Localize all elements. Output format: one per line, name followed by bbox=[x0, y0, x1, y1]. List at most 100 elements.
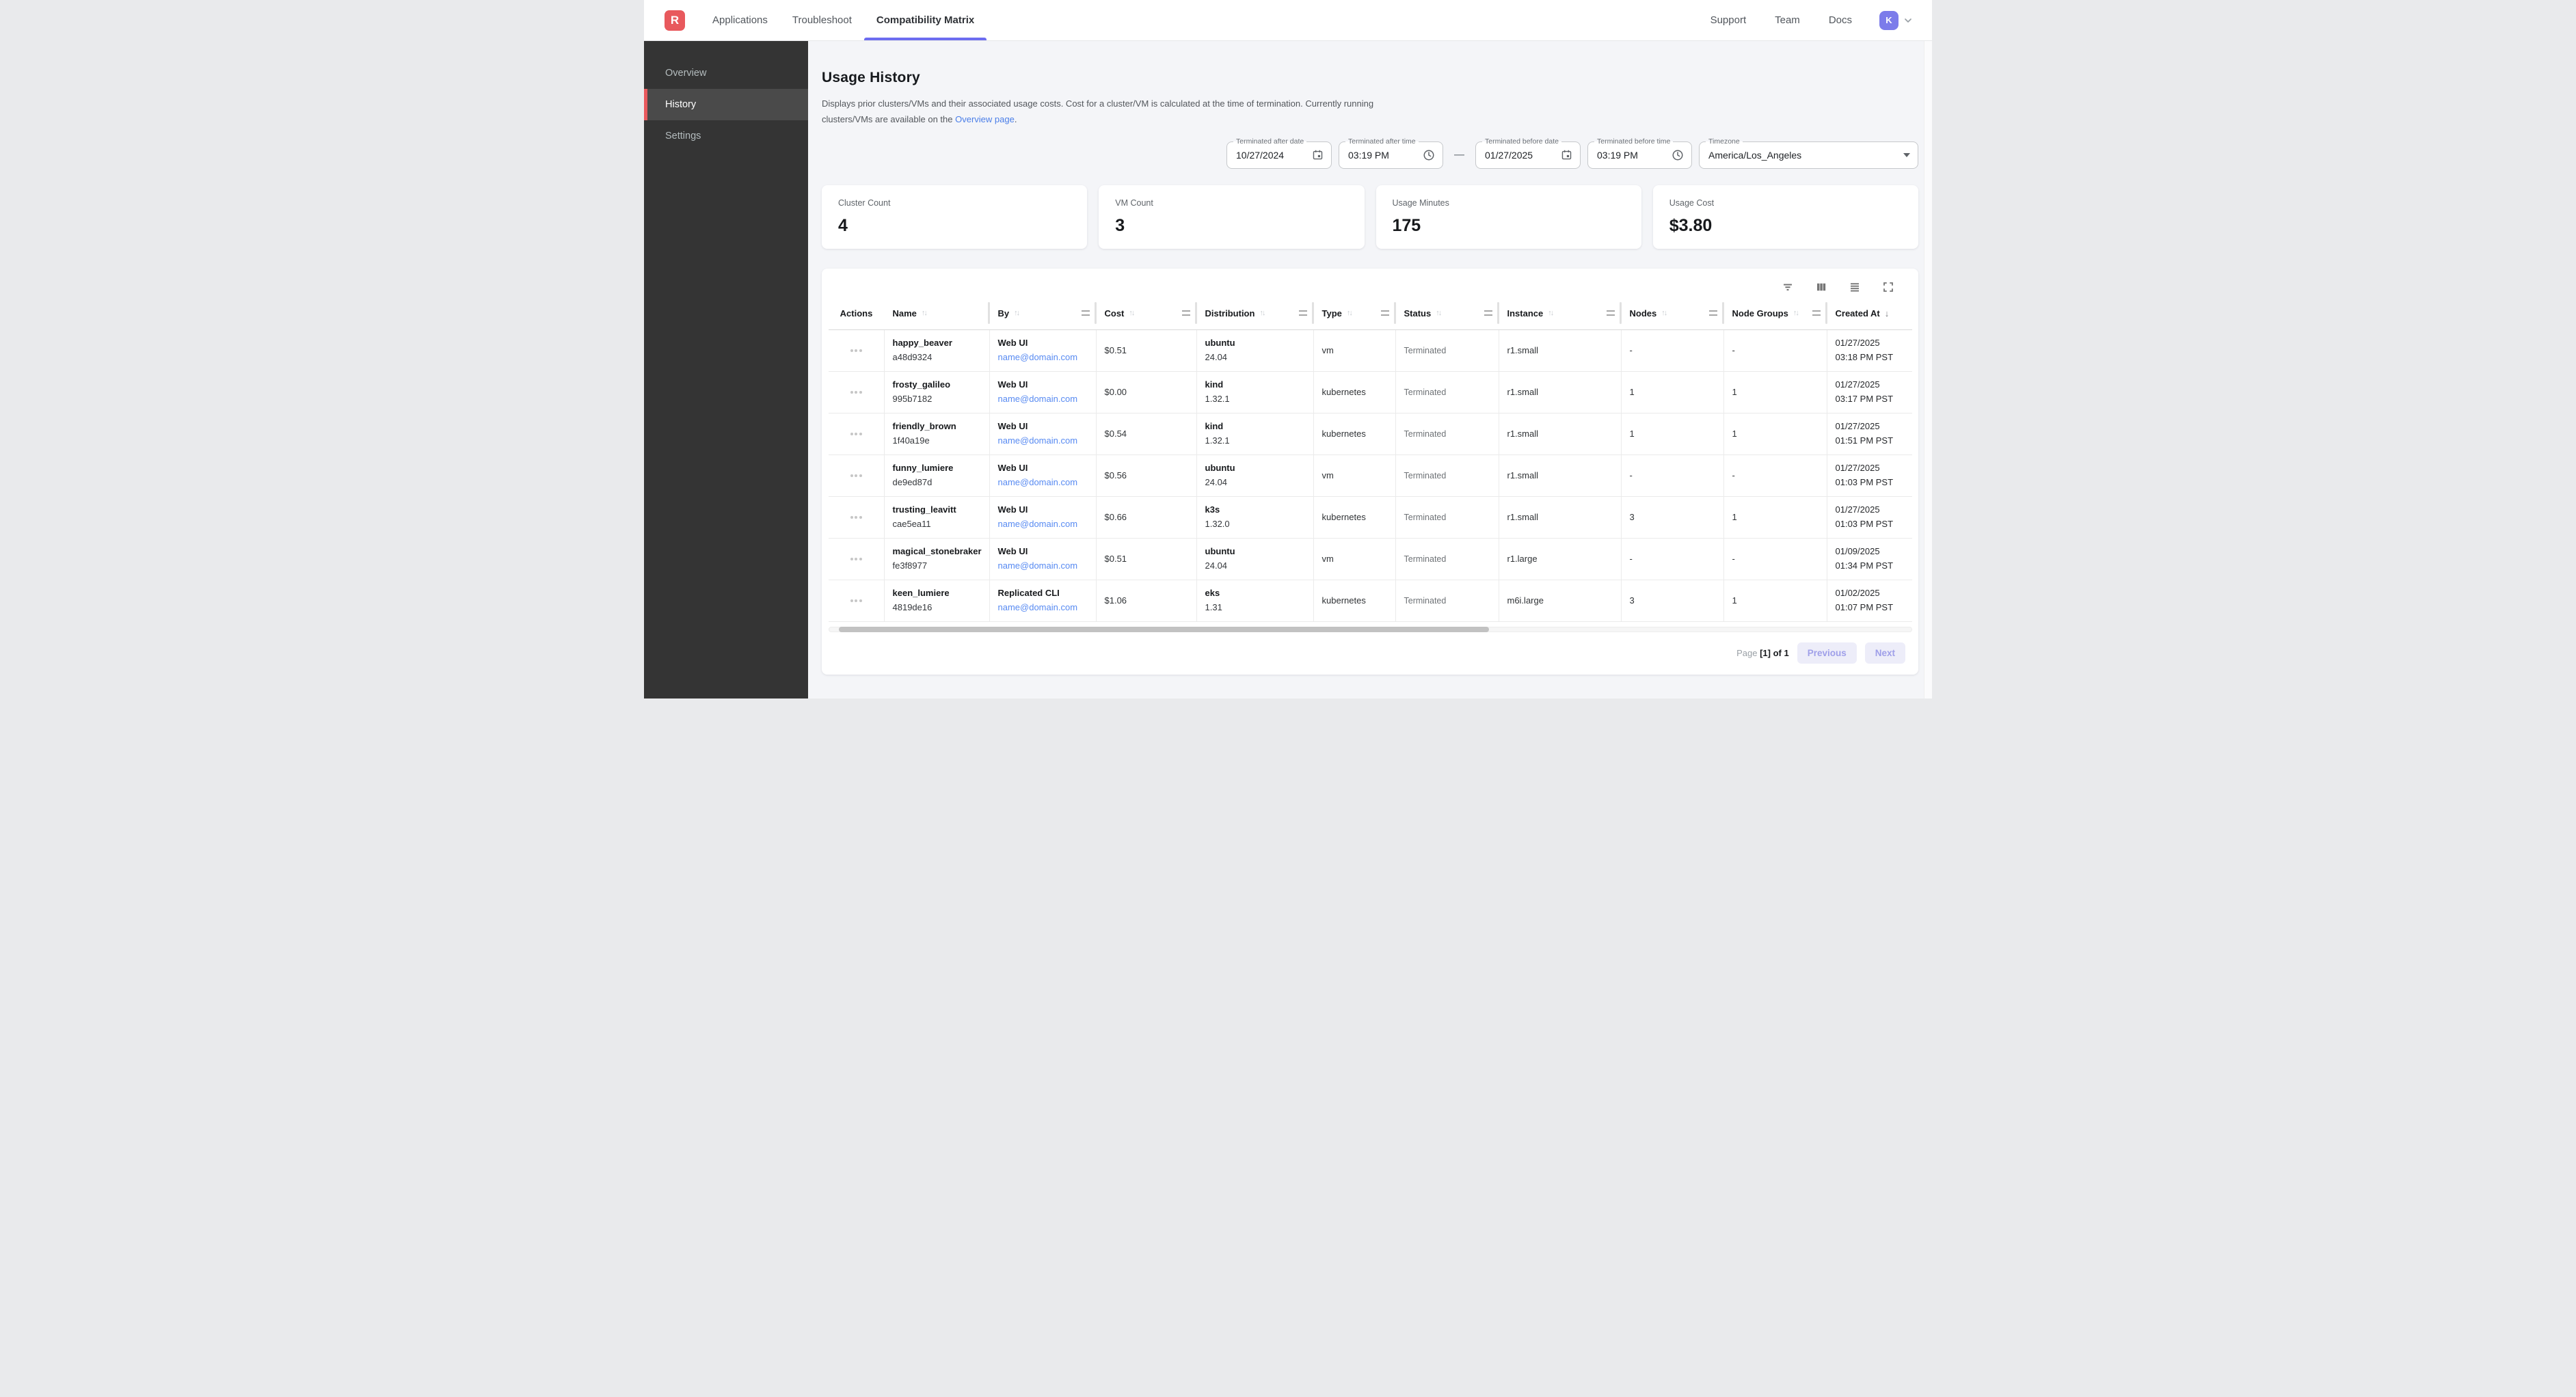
next-page-button[interactable]: Next bbox=[1865, 642, 1905, 664]
created-by-source: Web UI bbox=[998, 338, 1028, 349]
columns-icon[interactable] bbox=[1814, 280, 1829, 295]
type-value: vm bbox=[1322, 554, 1334, 564]
table-header-row: Actions Name ↑↓ By ↑↓ Cost bbox=[829, 297, 1912, 330]
sort-icon[interactable]: ↑↓ bbox=[1548, 309, 1553, 317]
column-resize-handle-icon[interactable] bbox=[1299, 310, 1307, 316]
sidebar-item-history[interactable]: History bbox=[644, 89, 808, 120]
sidebar-item-label: Overview bbox=[665, 68, 706, 79]
status-badge: Terminated bbox=[1404, 554, 1447, 564]
column-resize-handle-icon[interactable] bbox=[1082, 310, 1090, 316]
nav-utility-links: Support Team Docs K bbox=[1682, 11, 1914, 30]
terminated-after-date-field[interactable]: Terminated after date 10/27/2024 bbox=[1226, 141, 1332, 169]
column-resize-handle-icon[interactable] bbox=[1709, 310, 1717, 316]
row-actions-menu-icon[interactable] bbox=[848, 345, 865, 356]
column-resize-handle-icon[interactable] bbox=[1484, 310, 1492, 316]
sort-desc-icon[interactable]: ↓ bbox=[1885, 308, 1890, 318]
row-actions-menu-icon[interactable] bbox=[848, 387, 865, 398]
by-cell: Web UI name@domain.com bbox=[990, 330, 1097, 371]
replicated-logo-icon[interactable]: R bbox=[665, 10, 685, 31]
tab-troubleshoot[interactable]: Troubleshoot bbox=[780, 0, 864, 40]
column-header-by[interactable]: By ↑↓ bbox=[990, 297, 1097, 329]
sort-icon[interactable]: ↑↓ bbox=[1661, 309, 1666, 317]
column-header-actions: Actions bbox=[829, 297, 885, 329]
nav-link-docs[interactable]: Docs bbox=[1829, 14, 1852, 26]
column-header-instance[interactable]: Instance ↑↓ bbox=[1499, 297, 1622, 329]
sidebar-item-settings[interactable]: Settings bbox=[644, 120, 808, 152]
nav-link-support[interactable]: Support bbox=[1710, 14, 1747, 26]
field-value: America/Los_Angeles bbox=[1708, 150, 1801, 161]
browser-scrollbar-gutter[interactable] bbox=[1924, 41, 1932, 698]
clock-icon[interactable] bbox=[1672, 149, 1684, 161]
column-resize-handle-icon[interactable] bbox=[1607, 310, 1615, 316]
column-header-created-at[interactable]: Created At ↓ bbox=[1827, 297, 1912, 329]
scrollbar-thumb[interactable] bbox=[839, 627, 1489, 632]
column-header-cost[interactable]: Cost ↑↓ bbox=[1097, 297, 1197, 329]
sort-icon[interactable]: ↑↓ bbox=[1129, 309, 1133, 317]
created-at-cell: 01/09/2025 01:34 PM PST bbox=[1827, 539, 1912, 580]
created-date: 01/27/2025 bbox=[1836, 338, 1880, 349]
column-header-distribution[interactable]: Distribution ↑↓ bbox=[1197, 297, 1314, 329]
nav-link-team[interactable]: Team bbox=[1775, 14, 1800, 26]
cluster-id: 1f40a19e bbox=[893, 436, 930, 446]
column-header-status[interactable]: Status ↑↓ bbox=[1396, 297, 1499, 329]
density-icon[interactable] bbox=[1847, 280, 1862, 295]
created-by-email-link[interactable]: name@domain.com bbox=[998, 353, 1078, 363]
row-actions-menu-icon[interactable] bbox=[848, 512, 865, 523]
column-header-name[interactable]: Name ↑↓ bbox=[885, 297, 990, 329]
distribution-cell: eks 1.31 bbox=[1197, 580, 1314, 621]
terminated-before-date-field[interactable]: Terminated before date 01/27/2025 bbox=[1475, 141, 1581, 169]
previous-page-button[interactable]: Previous bbox=[1797, 642, 1857, 664]
tab-applications[interactable]: Applications bbox=[700, 0, 780, 40]
cost-value: $0.00 bbox=[1105, 387, 1127, 397]
horizontal-scrollbar[interactable] bbox=[829, 627, 1912, 632]
cluster-name: friendly_brown bbox=[893, 422, 956, 432]
created-at-cell: 01/02/2025 01:07 PM PST bbox=[1827, 580, 1912, 621]
terminated-before-time-field[interactable]: Terminated before time 03:19 PM bbox=[1587, 141, 1692, 169]
sort-icon[interactable]: ↑↓ bbox=[1347, 309, 1352, 317]
column-header-node-groups[interactable]: Node Groups ↑↓ bbox=[1724, 297, 1827, 329]
sort-icon[interactable]: ↑↓ bbox=[922, 309, 926, 317]
column-header-nodes[interactable]: Nodes ↑↓ bbox=[1622, 297, 1724, 329]
created-by-email-link[interactable]: name@domain.com bbox=[998, 519, 1078, 530]
overview-page-link[interactable]: Overview page bbox=[955, 114, 1015, 124]
sidebar-item-overview[interactable]: Overview bbox=[644, 57, 808, 89]
calendar-icon[interactable] bbox=[1312, 149, 1324, 161]
dropdown-caret-icon[interactable] bbox=[1903, 153, 1910, 157]
fullscreen-icon[interactable] bbox=[1881, 280, 1896, 295]
chevron-down-icon[interactable] bbox=[1903, 15, 1914, 26]
column-resize-handle-icon[interactable] bbox=[1182, 310, 1190, 316]
row-actions-menu-icon[interactable] bbox=[848, 470, 865, 481]
by-cell: Replicated CLI name@domain.com bbox=[990, 580, 1097, 621]
clock-icon[interactable] bbox=[1423, 149, 1435, 161]
timezone-select[interactable]: Timezone America/Los_Angeles bbox=[1699, 141, 1918, 169]
created-by-email-link[interactable]: name@domain.com bbox=[998, 561, 1078, 571]
sort-icon[interactable]: ↑↓ bbox=[1259, 309, 1264, 317]
column-label: Name bbox=[893, 308, 917, 318]
tab-compatibility-matrix[interactable]: Compatibility Matrix bbox=[864, 0, 987, 40]
created-by-email-link[interactable]: name@domain.com bbox=[998, 478, 1078, 488]
column-header-type[interactable]: Type ↑↓ bbox=[1314, 297, 1396, 329]
node-groups-value: 1 bbox=[1732, 429, 1737, 439]
row-actions-menu-icon[interactable] bbox=[848, 554, 865, 565]
created-by-email-link[interactable]: name@domain.com bbox=[998, 603, 1078, 613]
filter-icon[interactable] bbox=[1780, 280, 1795, 295]
node-groups-cell: 1 bbox=[1724, 372, 1827, 413]
column-resize-handle-icon[interactable] bbox=[1812, 310, 1821, 316]
terminated-after-time-field[interactable]: Terminated after time 03:19 PM bbox=[1339, 141, 1443, 169]
tab-label: Applications bbox=[712, 14, 768, 26]
user-avatar[interactable]: K bbox=[1879, 11, 1899, 30]
calendar-icon[interactable] bbox=[1561, 149, 1572, 161]
instance-cell: r1.large bbox=[1499, 539, 1622, 580]
sort-icon[interactable]: ↑↓ bbox=[1793, 309, 1798, 317]
created-at-cell: 01/27/2025 01:03 PM PST bbox=[1827, 455, 1912, 496]
created-by-email-link[interactable]: name@domain.com bbox=[998, 436, 1078, 446]
column-resize-handle-icon[interactable] bbox=[1381, 310, 1389, 316]
cost-value: $0.51 bbox=[1105, 345, 1127, 355]
row-actions-menu-icon[interactable] bbox=[848, 595, 865, 606]
sort-icon[interactable]: ↑↓ bbox=[1436, 309, 1440, 317]
created-by-email-link[interactable]: name@domain.com bbox=[998, 394, 1078, 405]
created-date: 01/27/2025 bbox=[1836, 463, 1880, 474]
row-actions-menu-icon[interactable] bbox=[848, 429, 865, 439]
cost-value: $0.54 bbox=[1105, 429, 1127, 439]
sort-icon[interactable]: ↑↓ bbox=[1014, 309, 1019, 317]
